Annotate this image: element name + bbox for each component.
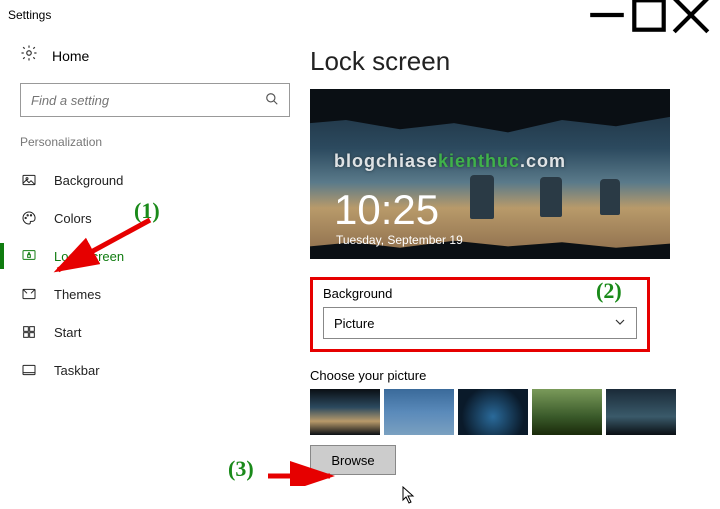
nav-label: Start bbox=[54, 325, 81, 340]
thumbnail-2[interactable] bbox=[384, 389, 454, 435]
choose-picture-label: Choose your picture bbox=[310, 368, 702, 383]
picture-thumbnails bbox=[310, 389, 702, 435]
watermark: blogchiasekienthuc.com bbox=[334, 151, 566, 172]
maximize-button[interactable] bbox=[628, 1, 670, 29]
picture-icon bbox=[20, 171, 38, 189]
thumbnail-4[interactable] bbox=[532, 389, 602, 435]
nav-label: Taskbar bbox=[54, 363, 100, 378]
search-icon bbox=[265, 92, 279, 109]
thumbnail-1[interactable] bbox=[310, 389, 380, 435]
background-label: Background bbox=[323, 286, 637, 301]
home-nav[interactable]: Home bbox=[0, 34, 310, 83]
lock-screen-icon bbox=[20, 247, 38, 265]
annotation-2: (2) bbox=[596, 278, 622, 304]
thumbnail-3[interactable] bbox=[458, 389, 528, 435]
nav-taskbar[interactable]: Taskbar bbox=[0, 351, 310, 389]
nav-themes[interactable]: Themes bbox=[0, 275, 310, 313]
thumbnail-5[interactable] bbox=[606, 389, 676, 435]
nav-label: Themes bbox=[54, 287, 101, 302]
gear-icon bbox=[20, 44, 38, 67]
palette-icon bbox=[20, 209, 38, 227]
main-panel: Lock screen blogchiasekienthuc.com 10:25… bbox=[310, 30, 720, 509]
search-input[interactable] bbox=[31, 93, 265, 108]
dropdown-value: Picture bbox=[334, 316, 374, 331]
nav-label: Background bbox=[54, 173, 123, 188]
preview-date: Tuesday, September 19 bbox=[336, 233, 463, 247]
background-dropdown[interactable]: Picture bbox=[323, 307, 637, 339]
arrow-annotation-1 bbox=[48, 214, 158, 278]
start-icon bbox=[20, 323, 38, 341]
page-title: Lock screen bbox=[310, 46, 702, 77]
cursor-icon bbox=[402, 486, 416, 504]
home-label: Home bbox=[52, 48, 89, 64]
arrow-annotation-3 bbox=[262, 446, 342, 486]
lock-screen-preview: blogchiasekienthuc.com 10:25 Tuesday, Se… bbox=[310, 89, 670, 259]
chevron-down-icon bbox=[614, 316, 626, 331]
annotation-3: (3) bbox=[228, 456, 254, 482]
minimize-button[interactable] bbox=[586, 1, 628, 29]
close-button[interactable] bbox=[670, 1, 712, 29]
nav-background[interactable]: Background bbox=[0, 161, 310, 199]
preview-time: 10:25 bbox=[334, 189, 439, 231]
search-box[interactable] bbox=[20, 83, 290, 117]
nav-start[interactable]: Start bbox=[0, 313, 310, 351]
section-header: Personalization bbox=[0, 135, 310, 161]
themes-icon bbox=[20, 285, 38, 303]
window-title: Settings bbox=[8, 8, 586, 22]
taskbar-icon bbox=[20, 361, 38, 379]
title-bar: Settings bbox=[0, 0, 720, 30]
